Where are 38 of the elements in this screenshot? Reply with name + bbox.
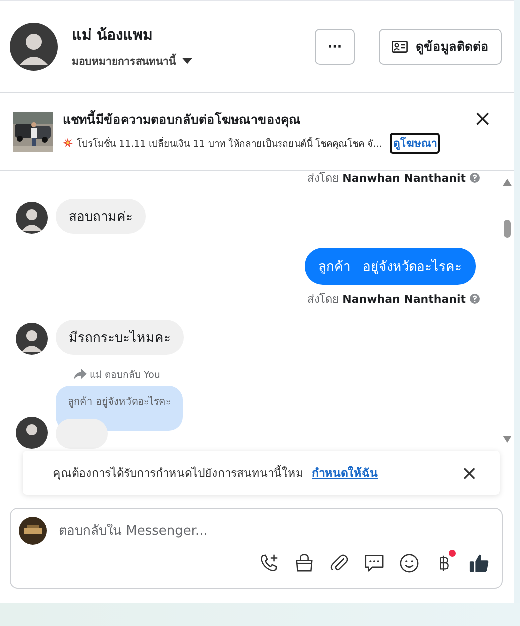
- sent-by-note: ส่งโดย Nanwhan Nanthanit: [308, 290, 480, 308]
- notice-text: คุณต้องการได้รับการกำหนดไปยังการสนทนานี้ใหม: [53, 464, 304, 482]
- close-button[interactable]: ×: [461, 463, 478, 483]
- ad-reply-title: แชทนี้มีข้อความตอบกลับต่อโฆษณาของคุณ: [63, 110, 301, 130]
- quoted-message: ลูกค้า อยู่จังหวัดอะไรคะ: [56, 386, 184, 431]
- scrollbar-thumb[interactable]: [504, 220, 510, 238]
- scroll-up-icon[interactable]: [502, 179, 512, 186]
- more-button[interactable]: ···: [315, 28, 355, 64]
- avatar: [10, 22, 58, 70]
- caret-icon: [182, 58, 193, 65]
- message-bubble: สอบถามค่ะ: [56, 199, 146, 234]
- help-icon: [470, 173, 480, 183]
- assign-dropdown[interactable]: มอบหมายการสนทนานี้: [72, 53, 193, 70]
- help-icon: [470, 294, 480, 304]
- avatar: [16, 202, 48, 234]
- avatar: [16, 323, 48, 355]
- chat-bubble-icon[interactable]: [364, 553, 385, 574]
- contact-name: แม่ น้องแพม: [72, 25, 154, 46]
- close-button[interactable]: ×: [474, 109, 492, 131]
- sent-by-note: ส่งโดย Nanwhan Nanthanit: [308, 171, 480, 187]
- contact-info-button[interactable]: ดูข้อมูลติดต่อ: [379, 28, 502, 64]
- burst-icon: [63, 138, 73, 148]
- scroll-down-icon[interactable]: [502, 436, 512, 443]
- reply-arrow-icon: [74, 369, 87, 380]
- emoji-icon[interactable]: [399, 553, 420, 574]
- message-bubble: ลูกค้า อยู่จังหวัดอะไรคะ: [304, 248, 476, 285]
- thumbs-up-icon[interactable]: [469, 553, 490, 574]
- shopping-bag-icon[interactable]: [294, 553, 315, 574]
- reply-note: แม่ ตอบกลับ You: [90, 369, 160, 382]
- assign-to-me-link[interactable]: กำหนดให้ฉัน: [312, 464, 378, 482]
- add-call-icon[interactable]: [259, 553, 280, 574]
- contact-card-icon: [392, 40, 408, 52]
- avatar: [16, 417, 48, 449]
- message-bubble: [56, 419, 108, 449]
- ad-description: โปรโมชั่น 11.11 เปลี่ยนเงิน 11 บาท ให้กลายเป็นรถยนต์นี้ โชคคุณโชค จั...: [77, 136, 382, 150]
- view-ad-link[interactable]: ดูโฆษณา: [390, 132, 440, 154]
- message-bubble: มีรถกระบะไหมคะ: [56, 320, 184, 355]
- avatar: [19, 517, 47, 545]
